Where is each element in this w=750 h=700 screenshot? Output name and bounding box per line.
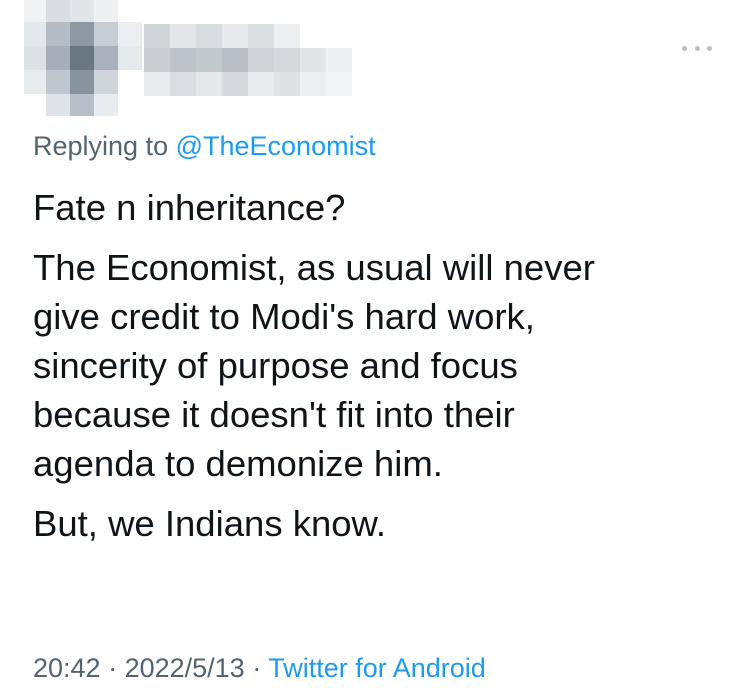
replying-to-label: Replying to: [33, 131, 176, 161]
tweet-source-link[interactable]: Twitter for Android: [268, 653, 486, 683]
tweet-body: Fate n inheritance? The Economist, as us…: [33, 183, 723, 559]
redacted-user-identity: [24, 0, 364, 120]
tweet-paragraph: Fate n inheritance?: [33, 183, 723, 232]
meta-separator: ·: [244, 653, 269, 683]
tweet-text-line: because it doesn't fit into their: [33, 394, 515, 435]
tweet-text-line: The Economist, as usual will never: [33, 247, 595, 288]
tweet-paragraph: But, we Indians know.: [33, 499, 723, 548]
meta-separator: ·: [100, 653, 125, 683]
tweet-text-line: agenda to demonize him.: [33, 443, 443, 484]
tweet-text-line: give credit to Modi's hard work,: [33, 296, 535, 337]
tweet-date[interactable]: 2022/5/13: [125, 653, 245, 683]
more-dot: [707, 45, 712, 51]
more-dot: [694, 45, 700, 51]
replying-to-line: Replying to @TheEconomist: [33, 131, 376, 162]
tweet-text-line: sincerity of purpose and focus: [33, 345, 518, 386]
tweet-text-line: Fate n inheritance?: [33, 187, 346, 228]
tweet-paragraph: The Economist, as usual will never give …: [33, 243, 723, 488]
tweet-time[interactable]: 20:42: [33, 653, 101, 683]
more-dot: [682, 45, 687, 51]
tweet-meta: 20:42 · 2022/5/13 · Twitter for Android: [33, 653, 486, 684]
tweet-text-line: But, we Indians know.: [33, 503, 387, 544]
more-horizontal-icon[interactable]: [682, 40, 712, 56]
reply-handle-link[interactable]: @TheEconomist: [176, 131, 376, 161]
